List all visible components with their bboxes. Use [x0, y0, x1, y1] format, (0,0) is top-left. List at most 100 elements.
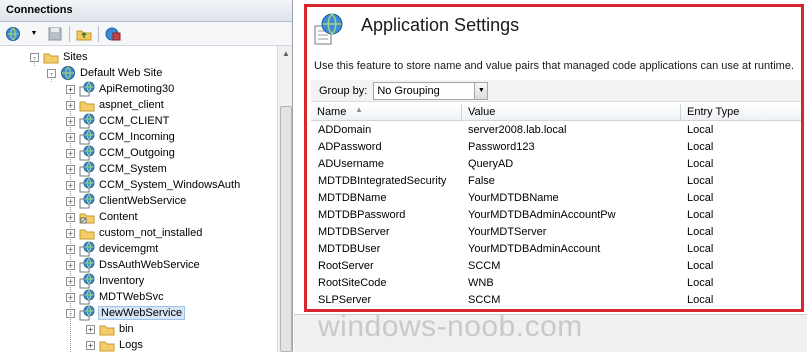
web-application-icon [79, 129, 95, 145]
tree-item[interactable]: + MDTWebSvc [66, 289, 164, 305]
tree-item[interactable]: + ClientWebService [66, 193, 186, 209]
grid-body: ADDomain server2008.lab.local Local ADPassw… [311, 121, 804, 308]
tree-item[interactable]: + ApiRemoting30 [66, 81, 174, 97]
tree-item-label: devicemgmt [99, 243, 159, 255]
tree-item[interactable]: - NewWebService [66, 305, 186, 321]
connections-toolbar: ▼ [0, 22, 292, 46]
web-application-icon [79, 257, 95, 273]
expand-icon[interactable]: + [86, 340, 95, 350]
tree-item[interactable]: + CCM_System_WindowsAuth [66, 177, 240, 193]
setting-name-cell: MDTDBName [318, 191, 387, 204]
web-application-icon [79, 161, 95, 177]
feature-description: Use this feature to store name and value… [314, 60, 795, 72]
folder-icon [79, 97, 95, 113]
entry-type-cell: Local [687, 123, 714, 136]
table-row[interactable]: ADUsername QueryAD Local [311, 155, 804, 172]
entry-type-cell: Local [687, 225, 714, 238]
tree-guide-line [70, 91, 71, 352]
connect-dropdown-icon[interactable]: ▼ [25, 25, 43, 43]
table-row[interactable]: MDTDBName YourMDTDBName Local [311, 189, 804, 206]
up-folder-icon[interactable] [75, 25, 93, 43]
tree-item-label: CCM_System [99, 163, 167, 175]
tree-item-label: Logs [119, 339, 143, 351]
setting-value-cell: SCCM [468, 293, 501, 306]
table-row[interactable]: RootSiteCode WNB Local [311, 274, 804, 291]
web-application-icon [79, 273, 95, 289]
tree-item-label: CCM_Outgoing [99, 147, 175, 159]
tree-item-label: aspnet_client [99, 99, 164, 111]
tree-item[interactable]: + CCM_System [66, 161, 167, 177]
tree-item[interactable]: + CCM_Outgoing [66, 145, 175, 161]
page-title: Application Settings [361, 15, 520, 35]
tree-item[interactable]: + CCM_CLIENT [66, 113, 169, 129]
setting-name-cell: ADDomain [318, 123, 372, 136]
table-row[interactable]: MDTDBIntegratedSecurity False Local [311, 172, 804, 189]
entry-type-cell: Local [687, 293, 714, 306]
tree-item[interactable]: - Default Web Site [47, 65, 162, 81]
setting-name-cell: SLPServer [318, 293, 372, 306]
table-row[interactable]: ADDomain server2008.lab.local Local [311, 121, 804, 138]
entry-type-cell: Local [687, 174, 714, 187]
web-application-icon [79, 177, 95, 193]
table-row[interactable]: MDTDBPassword YourMDTDBAdminAccountPw Loca… [311, 206, 804, 223]
setting-name-cell: ADPassword [318, 140, 382, 153]
application-settings-icon [313, 12, 347, 49]
tree-item[interactable]: + DssAuthWebService [66, 257, 200, 273]
entry-type-cell: Local [687, 157, 714, 170]
tree-item-label: bin [119, 323, 134, 335]
setting-name-cell: ADUsername [318, 157, 385, 170]
table-row[interactable]: ADPassword Password123 Local [311, 138, 804, 155]
tree-item[interactable]: + CCM_Incoming [66, 129, 175, 145]
tree-item[interactable]: + bin [86, 321, 134, 337]
save-icon[interactable] [46, 25, 64, 43]
table-row[interactable]: MDTDBUser YourMDTDBAdminAccount Local [311, 240, 804, 257]
tree-item[interactable]: - Sites [30, 49, 87, 65]
table-row[interactable]: MDTDBServer YourMDTServer Local [311, 223, 804, 240]
settings-grid: Name ▲ Value Entry Type ADDomain server20… [311, 104, 804, 308]
tree-item-label: Inventory [99, 275, 145, 287]
setting-name-cell: RootSiteCode [318, 276, 387, 289]
folder-icon [79, 225, 95, 241]
table-row[interactable]: SLPServer SCCM Local [311, 291, 804, 308]
disconnect-icon[interactable] [104, 25, 122, 43]
entry-type-cell: Local [687, 242, 714, 255]
tree-item[interactable]: + aspnet_client [66, 97, 164, 113]
grid-header: Name ▲ Value Entry Type [311, 104, 804, 121]
group-by-value: No Grouping [377, 84, 440, 97]
globe-icon [60, 65, 76, 81]
scroll-thumb[interactable] [280, 106, 292, 352]
entry-type-cell: Local [687, 208, 714, 221]
tree-item-label: custom_not_installed [99, 227, 203, 239]
tree-item[interactable]: + Logs [86, 337, 143, 352]
setting-value-cell: WNB [468, 276, 494, 289]
expand-icon[interactable]: + [86, 324, 95, 334]
tree-item[interactable]: + devicemgmt [66, 241, 158, 257]
web-application-icon [79, 81, 95, 97]
tree-item[interactable]: + Inventory [66, 273, 144, 289]
scroll-up-arrow-icon[interactable]: ▲ [278, 46, 292, 62]
sort-ascending-icon: ▲ [355, 105, 363, 114]
folder-icon [99, 337, 115, 352]
web-application-icon [79, 113, 95, 129]
connect-globe-icon[interactable] [4, 25, 22, 43]
tree-item-label: ClientWebService [99, 195, 187, 207]
column-header-value[interactable]: Value [462, 104, 681, 120]
tree-scrollbar[interactable]: ▲ [277, 46, 292, 352]
entry-type-cell: Local [687, 259, 714, 272]
column-header-entry-type[interactable]: Entry Type [681, 104, 804, 120]
folder-icon [99, 321, 115, 337]
setting-value-cell: YourMDTDBName [468, 191, 559, 204]
setting-value-cell: SCCM [468, 259, 501, 272]
group-by-select[interactable]: No Grouping ▼ [373, 81, 489, 100]
column-header-name[interactable]: Name ▲ [311, 104, 462, 120]
tree-item-label: MDTWebSvc [99, 291, 164, 303]
dropdown-arrow-icon[interactable]: ▼ [474, 82, 488, 99]
table-row[interactable]: RootServer SCCM Local [311, 257, 804, 274]
toolbar-separator [98, 25, 99, 42]
tree-item-label: CCM_CLIENT [99, 115, 170, 127]
tree-item-label: Default Web Site [80, 67, 163, 79]
tree-item[interactable]: + custom_not_installed [66, 225, 202, 241]
tree-item-label: ApiRemoting30 [99, 83, 175, 95]
tree-item[interactable]: + Content [66, 209, 138, 225]
setting-value-cell: QueryAD [468, 157, 514, 170]
